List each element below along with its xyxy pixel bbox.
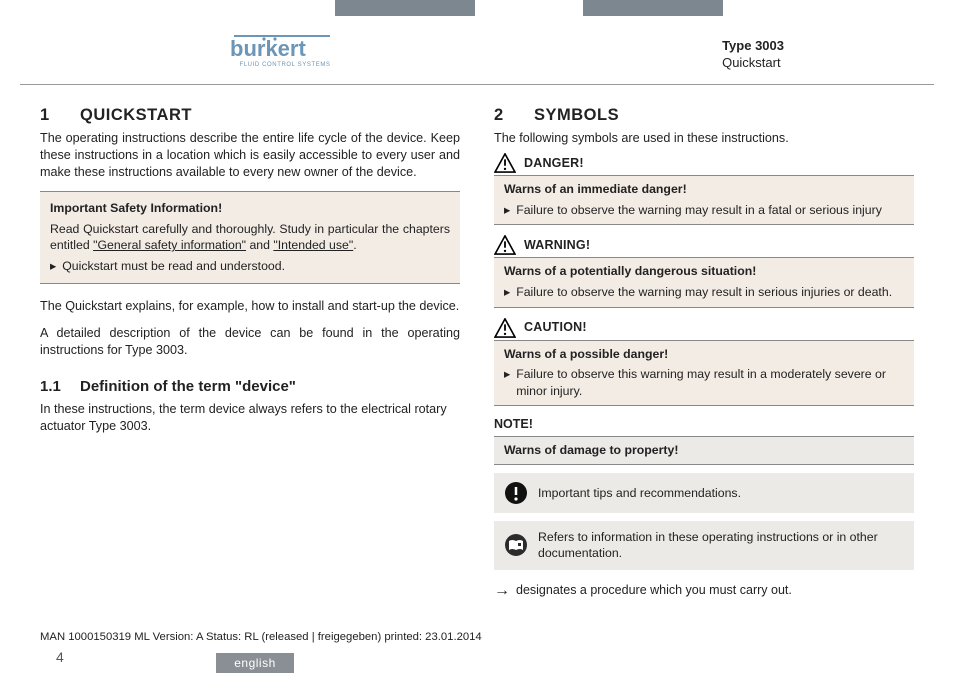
safety-info-box: Important Safety Information! Read Quick… [40,191,460,283]
section-title: SYMBOLS [534,106,619,124]
danger-title: Warns of an immediate danger! [504,181,904,198]
page-header: burkert FLUID CONTROL SYSTEMS Type 3003 … [40,0,914,42]
info-exclamation-icon [504,481,528,505]
warning-triangle-icon [494,318,516,338]
paragraph: The Quickstart explains, for example, ho… [40,298,460,315]
paragraph: The following symbols are used in these … [494,130,914,147]
header-subtitle: Quickstart [722,55,784,72]
warning-block: WARNING! Warns of a potentially dangerou… [494,235,914,307]
warning-triangle-icon [494,153,516,173]
caution-bullet: Failure to observe this warning may resu… [516,366,904,399]
section-number: 1 [40,104,80,126]
language-tab: english [216,653,294,673]
brand-subtitle: FLUID CONTROL SYSTEMS [230,62,340,68]
danger-head: DANGER! [494,153,914,173]
header-rule [20,84,934,85]
caution-label: CAUTION! [524,319,587,336]
warning-triangle-icon [494,235,516,255]
footer-metadata: MAN 1000150319 ML Version: A Status: RL … [40,631,482,643]
right-column: 2SYMBOLS The following symbols are used … [494,104,914,602]
caution-block: CAUTION! Warns of a possible danger! ▸Fa… [494,318,914,407]
manual-book-icon [504,533,528,557]
right-arrow-icon: → [494,580,510,602]
content-columns: 1QUICKSTART The operating instructions d… [40,42,914,602]
bullet-arrow-icon: ▸ [50,258,56,275]
link-general-safety[interactable]: "General safety information" [93,238,246,252]
brand-text: burkert [230,36,306,61]
subsection-title: Definition of the term "device" [80,378,296,395]
section-title: QUICKSTART [80,106,192,124]
brand-logo: burkert FLUID CONTROL SYSTEMS [230,34,340,68]
tip-row: Important tips and recommendations. [494,473,914,513]
danger-body: Warns of an immediate danger! ▸ Failure t… [494,175,914,225]
bullet-arrow-icon: ▸ [504,366,510,399]
bullet-arrow-icon: ▸ [504,202,510,219]
caution-head: CAUTION! [494,318,914,338]
warning-title: Warns of a potentially dangerous situati… [504,263,904,280]
caution-title: Warns of a possible danger! [504,346,904,363]
procedure-text: designates a procedure which you must ca… [516,582,792,599]
procedure-row: → designates a procedure which you must … [494,580,914,602]
paragraph: The operating instructions describe the … [40,130,460,181]
danger-label: DANGER! [524,155,584,172]
document-page: burkert FLUID CONTROL SYSTEMS Type 3003 … [0,0,954,673]
subsection-number: 1.1 [40,377,80,397]
type-label: Type 3003 [722,38,784,55]
paragraph: A detailed description of the device can… [40,325,460,359]
note-body: Warns of damage to property! [494,436,914,465]
header-right: Type 3003 Quickstart [722,38,784,72]
danger-block: DANGER! Warns of an immediate danger! ▸ F… [494,153,914,225]
page-number: 4 [56,649,64,665]
section-1-heading: 1QUICKSTART [40,104,460,126]
caution-body: Warns of a possible danger! ▸Failure to … [494,340,914,407]
paragraph: In these instructions, the term device a… [40,401,460,435]
warning-label: WARNING! [524,237,590,254]
tip-text: Important tips and recommendations. [538,485,741,502]
infobox-bullet: ▸ Quickstart must be read and understood… [50,258,450,275]
burkert-logo-icon: burkert [230,34,340,64]
warning-body: Warns of a potentially dangerous situati… [494,257,914,307]
warning-bullet: Failure to observe the warning may resul… [516,284,892,301]
reference-text: Refers to information in these operating… [538,529,904,562]
section-number: 2 [494,104,534,126]
bullet-arrow-icon: ▸ [504,284,510,301]
note-label: NOTE! [494,416,914,433]
link-intended-use[interactable]: "Intended use" [273,238,353,252]
infobox-body: Read Quickstart carefully and thoroughly… [50,221,450,254]
left-column: 1QUICKSTART The operating instructions d… [40,104,460,602]
reference-row: Refers to information in these operating… [494,521,914,570]
bullet-text: Quickstart must be read and understood. [62,258,285,275]
subsection-1-1-heading: 1.1Definition of the term "device" [40,377,460,397]
infobox-title: Important Safety Information! [50,200,450,217]
section-2-heading: 2SYMBOLS [494,104,914,126]
warning-head: WARNING! [494,235,914,255]
danger-bullet: Failure to observe the warning may resul… [516,202,882,219]
